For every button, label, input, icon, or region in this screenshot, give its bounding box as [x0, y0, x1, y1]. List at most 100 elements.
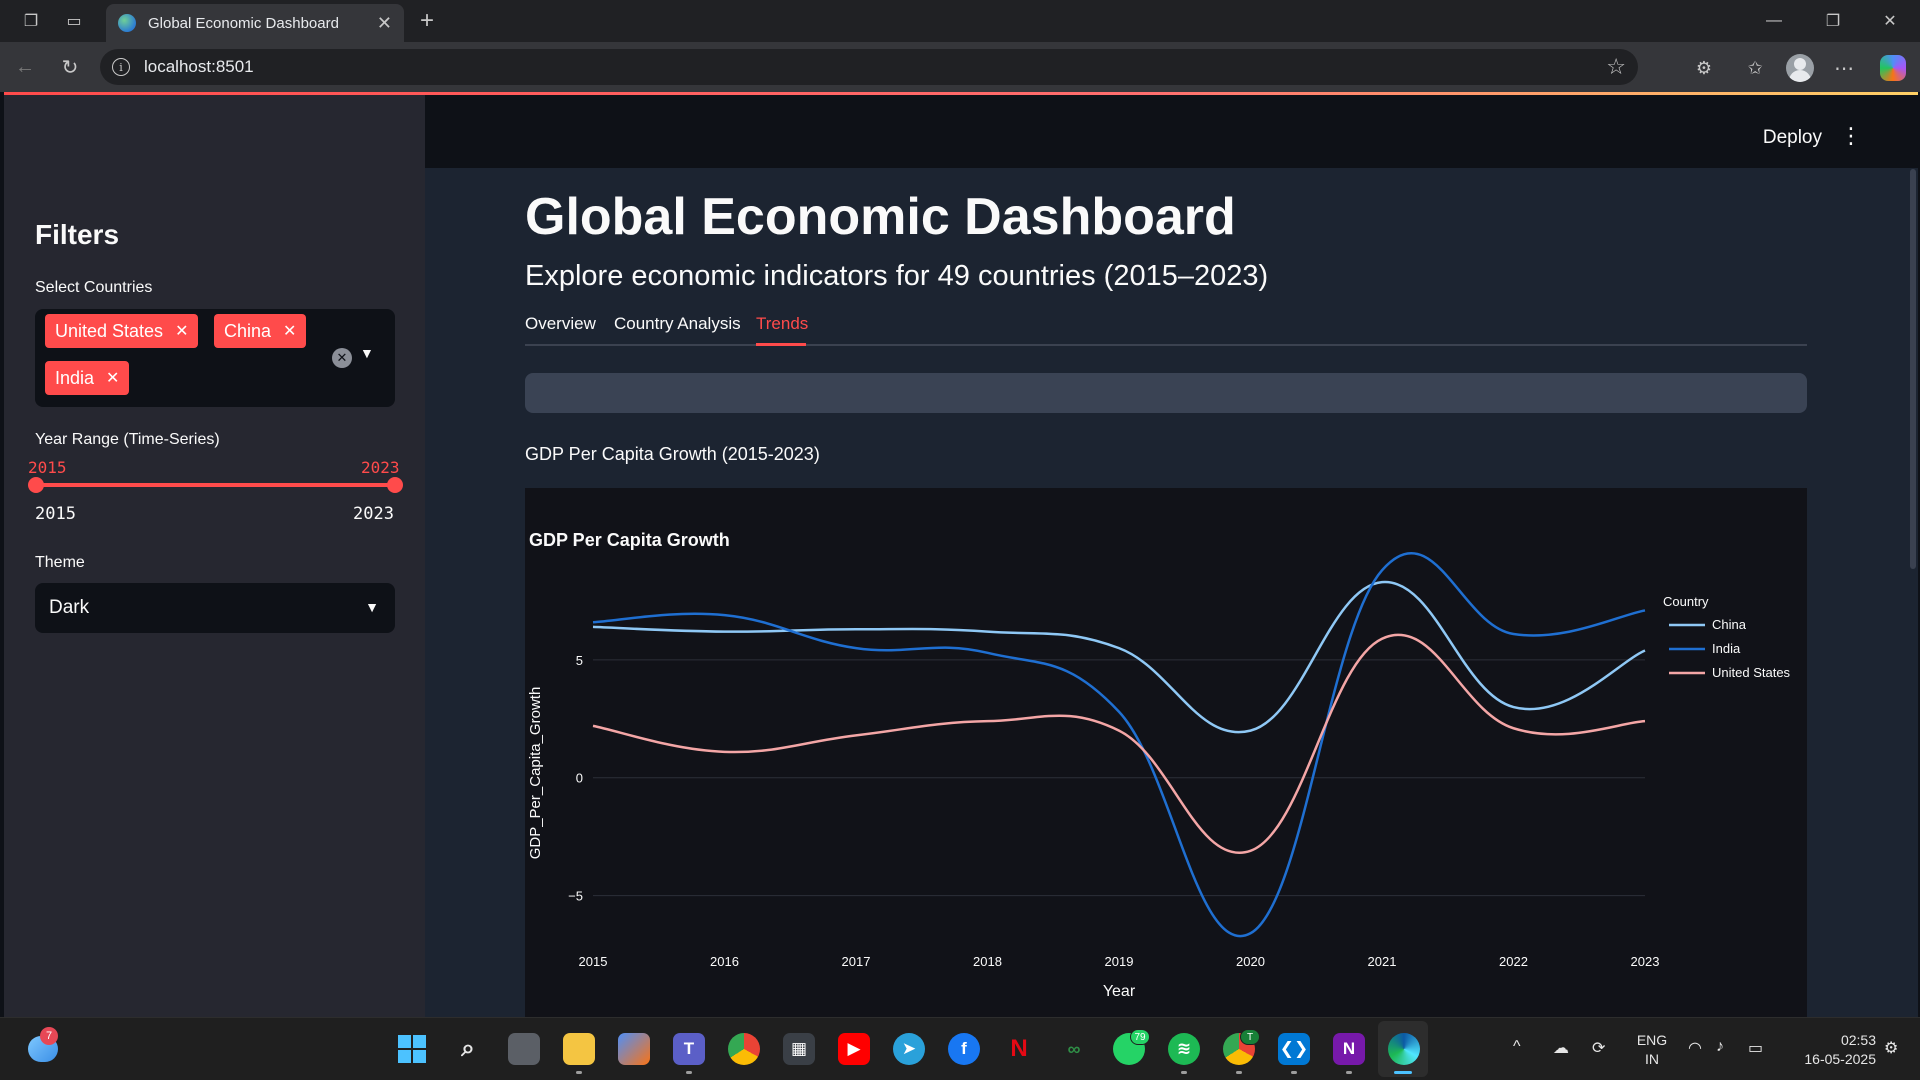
- running-indicator: [1181, 1071, 1187, 1074]
- chevron-down-icon: ▼: [365, 599, 379, 615]
- tab-trends[interactable]: Trends: [756, 314, 808, 334]
- tab-country-analysis[interactable]: Country Analysis: [614, 314, 741, 334]
- chip-label: India: [55, 367, 95, 388]
- page-subtitle: Explore economic indicators for 49 count…: [525, 260, 1269, 292]
- tab-actions-icon[interactable]: ▭: [62, 9, 86, 33]
- clock-time[interactable]: 02:53: [1780, 1032, 1876, 1048]
- whatsapp-badge: 79: [1130, 1029, 1150, 1045]
- chrome-icon[interactable]: [728, 1033, 760, 1065]
- legend-entry: United States: [1712, 665, 1791, 680]
- y-tick-label: −5: [568, 889, 583, 904]
- running-indicator: [1236, 1071, 1242, 1074]
- theme-select[interactable]: Dark ▼: [35, 583, 395, 633]
- volume-icon[interactable]: ♪: [1716, 1038, 1724, 1056]
- running-indicator: [1346, 1071, 1352, 1074]
- x-tick-label: 2023: [1631, 954, 1660, 969]
- close-tab-icon[interactable]: ✕: [377, 13, 392, 34]
- wifi-icon[interactable]: ◠: [1688, 1038, 1702, 1058]
- line-chart[interactable]: GDP Per Capita Growth −5 0 5 2015 2016 2017 201…: [525, 488, 1807, 1017]
- clock-date[interactable]: 16-05-2025: [1780, 1051, 1876, 1067]
- series-line-china: [592, 580, 1646, 734]
- reload-icon[interactable]: ↻: [57, 54, 83, 80]
- year-range-slider-track[interactable]: [35, 483, 397, 487]
- onenote-icon[interactable]: N: [1333, 1033, 1365, 1065]
- running-indicator: [1291, 1071, 1297, 1074]
- clear-all-icon[interactable]: ✕: [332, 348, 352, 368]
- more-options-icon[interactable]: ⋯: [1830, 54, 1858, 82]
- favorites-icon[interactable]: ✩: [1741, 54, 1769, 82]
- tab-bar: Overview Country Analysis Trends: [525, 314, 1807, 346]
- main-content: Deploy ⋮ Global Economic Dashboard Explo…: [425, 95, 1918, 1017]
- remove-chip-icon[interactable]: ✕: [175, 321, 188, 341]
- file-explorer-icon[interactable]: [563, 1033, 595, 1065]
- battery-icon[interactable]: ▭: [1748, 1038, 1763, 1058]
- country-chip[interactable]: China ✕: [214, 314, 307, 348]
- onedrive-icon[interactable]: ☁: [1553, 1038, 1569, 1058]
- task-view-icon[interactable]: [508, 1033, 540, 1065]
- slider-end-value: 2023: [361, 458, 400, 477]
- sidebar-title: Filters: [35, 219, 120, 250]
- remove-chip-icon[interactable]: ✕: [106, 368, 119, 388]
- chart-caption: GDP Per Capita Growth (2015-2023): [525, 444, 820, 464]
- netflix-icon[interactable]: N: [1003, 1033, 1035, 1065]
- close-window-button[interactable]: ✕: [1870, 8, 1910, 34]
- address-bar[interactable]: i localhost:8501 ☆: [100, 49, 1638, 85]
- start-button[interactable]: [396, 1033, 428, 1065]
- workspaces-icon[interactable]: ❐: [19, 9, 43, 33]
- restore-button[interactable]: ❐: [1813, 8, 1853, 34]
- deploy-button[interactable]: Deploy: [1763, 127, 1822, 149]
- favorite-star-icon[interactable]: ☆: [1606, 54, 1626, 80]
- series-line-india: [592, 552, 1646, 938]
- spotify-icon[interactable]: ≋: [1168, 1033, 1200, 1065]
- weather-badge: 7: [40, 1027, 58, 1045]
- minimize-button[interactable]: —: [1754, 8, 1794, 34]
- x-tick-label: 2019: [1105, 954, 1134, 969]
- show-hidden-icons-icon[interactable]: ^: [1513, 1038, 1521, 1056]
- site-info-icon[interactable]: i: [112, 58, 130, 76]
- new-tab-button[interactable]: +: [412, 6, 442, 36]
- language-indicator[interactable]: ENG: [1634, 1032, 1670, 1048]
- search-icon[interactable]: ⌕: [452, 1033, 484, 1065]
- teams-icon[interactable]: T: [673, 1033, 705, 1065]
- slider-min-label: 2015: [35, 504, 76, 524]
- edge-icon[interactable]: [1388, 1033, 1420, 1065]
- countries-multiselect[interactable]: United States ✕ China ✕ India ✕ ✕ ▼: [35, 309, 395, 407]
- vscode-icon[interactable]: ❮❯: [1278, 1033, 1310, 1065]
- region-indicator[interactable]: IN: [1634, 1051, 1670, 1067]
- active-indicator: [1394, 1071, 1412, 1074]
- legend-entry: India: [1712, 641, 1741, 656]
- slider-max-label: 2023: [353, 504, 394, 524]
- country-chip[interactable]: India ✕: [45, 361, 130, 395]
- country-chip[interactable]: United States ✕: [45, 314, 199, 348]
- page-scrollbar[interactable]: [1910, 169, 1916, 569]
- main-menu-icon[interactable]: ⋮: [1840, 125, 1862, 147]
- y-axis-title: GDP_Per_Capita_Growth: [527, 687, 544, 860]
- facebook-icon[interactable]: f: [948, 1033, 980, 1065]
- chart-svg: GDP Per Capita Growth −5 0 5 2015 2016 2017 201…: [527, 530, 1791, 1000]
- back-arrow-icon[interactable]: ←: [12, 54, 38, 80]
- chevron-down-icon[interactable]: ▼: [360, 345, 374, 361]
- sidebar: Filters Select Countries United States ✕…: [4, 95, 425, 1017]
- x-tick-label: 2015: [579, 954, 608, 969]
- slider-end-handle[interactable]: [387, 477, 403, 493]
- slider-start-handle[interactable]: [28, 477, 44, 493]
- extensions-icon[interactable]: ⚙: [1690, 54, 1718, 82]
- streamlit-app: Filters Select Countries United States ✕…: [4, 95, 1918, 1017]
- tab-overview[interactable]: Overview: [525, 314, 596, 334]
- browser-tab-title: Global Economic Dashboard: [148, 14, 339, 32]
- profile-avatar[interactable]: [1786, 54, 1814, 82]
- store-icon[interactable]: ▦: [783, 1033, 815, 1065]
- copilot-icon[interactable]: [1879, 54, 1907, 82]
- sync-icon[interactable]: ⟳: [1592, 1038, 1605, 1058]
- active-tab-indicator: [756, 343, 806, 346]
- y-tick-label: 0: [576, 771, 583, 786]
- youtube-icon[interactable]: ▶: [838, 1033, 870, 1065]
- windows-taskbar: 7 ⌕ T ▦ ▶ ➤ f N ∞ 79 ≋ T ❮❯ N ^ ☁ ⟳ ENG …: [0, 1017, 1920, 1080]
- remove-chip-icon[interactable]: ✕: [283, 321, 296, 341]
- legend-title: Country: [1663, 594, 1709, 609]
- geeksforgeeks-icon[interactable]: ∞: [1058, 1033, 1090, 1065]
- telegram-icon[interactable]: ➤: [893, 1033, 925, 1065]
- browser-tab[interactable]: Global Economic Dashboard ✕: [106, 4, 404, 42]
- notifications-icon[interactable]: ⚙: [1884, 1038, 1898, 1058]
- copilot-app-icon[interactable]: [618, 1033, 650, 1065]
